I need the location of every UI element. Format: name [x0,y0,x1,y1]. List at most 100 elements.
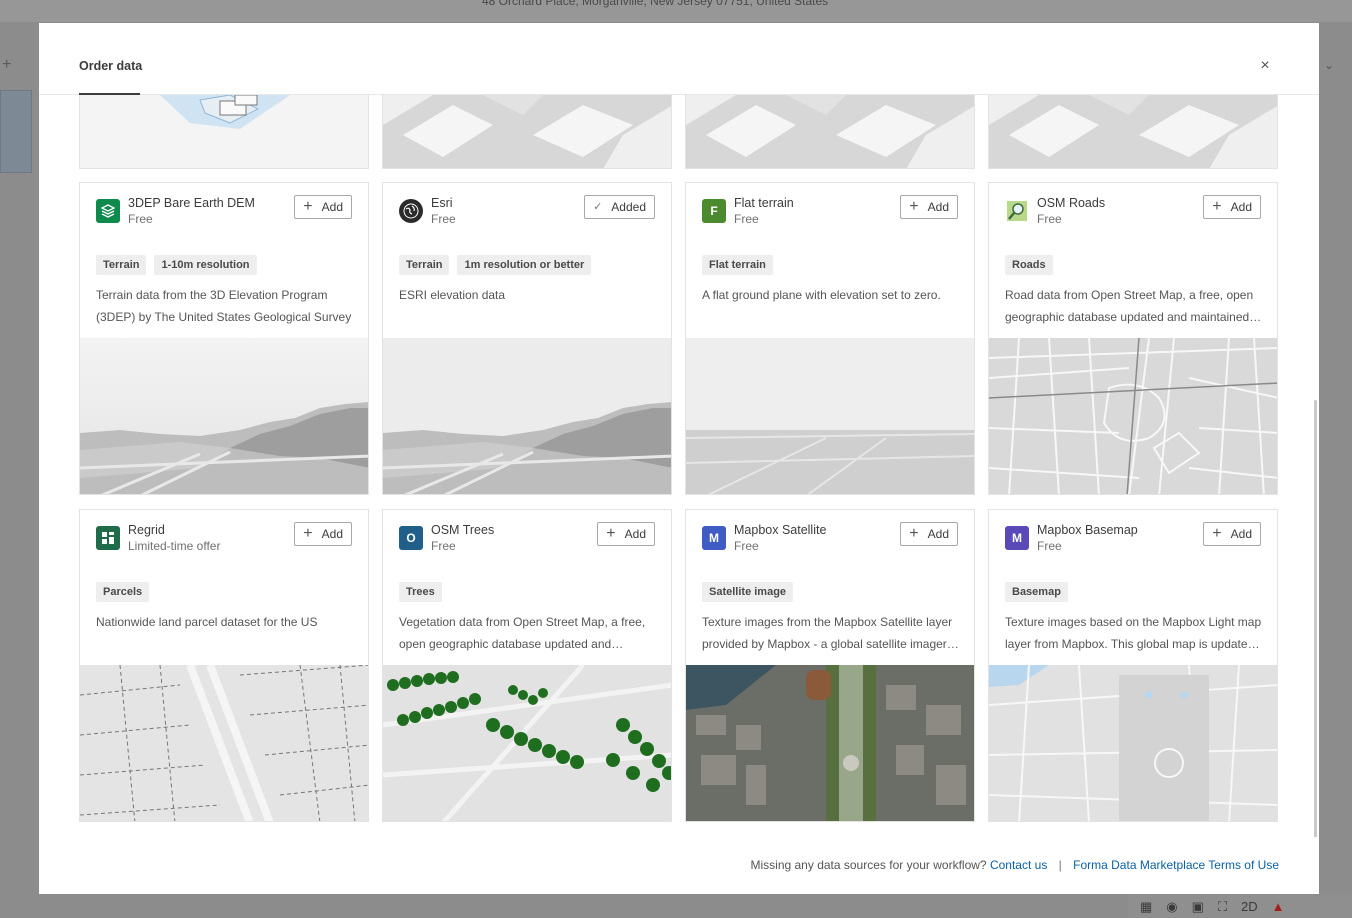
tag: Parcels [96,582,150,602]
card-price: Free [431,539,456,553]
left-panel-thumbnail [0,90,32,173]
card-price: Free [734,539,759,553]
button-label: Add [927,200,949,214]
project-address: 48 Orchard Place, Morganville, New Jerse… [482,0,829,8]
tag-list: Roads [1005,255,1053,275]
checkmark-icon: ✓ [593,200,603,213]
flat-terrain-preview-image [686,338,974,494]
card-price: Free [734,212,759,226]
add-button[interactable]: + Add [900,195,958,219]
add-button[interactable]: + Add [900,522,958,546]
tag: Trees [399,582,442,602]
footer-question: Missing any data sources for your workfl… [750,858,987,872]
card-description: Texture images based on the Mapbox Light… [1005,615,1262,651]
tag: 1-10m resolution [154,255,257,275]
card-title: Esri [431,196,453,210]
terrain-preview-image [383,338,671,494]
tag-list: Trees [399,582,442,602]
card-description: Nationwide land parcel dataset for the U… [96,615,318,629]
tag-list: Terrain 1-10m resolution [96,255,257,275]
app-header-background: 48 Orchard Place, Morganville, New Jerse… [0,0,1352,22]
card-price: Free [431,212,456,226]
card-title: Mapbox Basemap [1037,523,1138,537]
card-description: A flat ground plane with elevation set t… [702,288,941,302]
data-card-mapbox-satellite[interactable]: M Mapbox Satellite Free + Add Satellite i… [685,509,975,822]
terms-of-use-link[interactable]: Forma Data Marketplace Terms of Use [1073,858,1279,872]
button-label: Add [1230,527,1252,541]
tag: Satellite image [702,582,794,602]
data-card-mapbox-basemap[interactable]: M Mapbox Basemap Free + Add Basemap Textu… [988,509,1278,822]
plus-icon: + [2,56,12,73]
mapbox-satellite-logo-icon: M [702,526,726,550]
trees-preview-image [383,665,671,821]
parcel-icon [96,526,120,550]
catalog-scroll-area[interactable]: 3DEP Bare Earth DEM Free + Add Terrain 1-… [39,95,1319,837]
north-arrow-icon: ▲ [1271,899,1285,914]
plus-icon: + [606,525,616,542]
button-label: Add [321,527,343,541]
button-label: Add [927,527,949,541]
tag-list: Terrain 1m resolution or better [399,255,592,275]
card-price: Free [128,212,153,226]
order-data-dialog: Order data × 3DEP Bare Earth DEM Free + … [39,23,1319,894]
card-description: Terrain data from the 3D Elevation Progr… [96,288,352,324]
footer-separator: | [1058,858,1062,872]
card-title: Mapbox Satellite [734,523,827,537]
tag: 1m resolution or better [457,255,592,275]
card-title: OSM Trees [431,523,495,537]
tag: Basemap [1005,582,1068,602]
button-label: Add [321,200,343,214]
card-title: Regrid [128,523,165,537]
add-button[interactable]: + Add [294,522,352,546]
tag: Terrain [399,255,450,275]
tag-list: Parcels [96,582,150,602]
add-button[interactable]: + Add [1203,195,1261,219]
plus-icon: + [303,525,313,542]
mapbox-basemap-logo-icon: M [1005,526,1029,550]
card-description: Road data from Open Street Map, a free, … [1005,288,1254,324]
tag: Roads [1005,255,1053,275]
vertical-scrollbar[interactable] [1314,400,1317,837]
tag: Terrain [96,255,147,275]
data-card-flat-terrain[interactable]: F Flat terrain Free + Add Flat terrain A … [685,182,975,495]
satellite-preview-image [686,665,974,821]
dialog-footer: Missing any data sources for your workfl… [39,858,1280,872]
card-title: 3DEP Bare Earth DEM [128,196,255,210]
terrain-preview-image [80,338,368,494]
camera-icon: ▣ [1191,898,1204,914]
focus-icon: ⛶ [1217,898,1228,914]
card-preview-partial [685,95,975,169]
card-description: Texture images from the Mapbox Satellite… [702,615,953,651]
plus-icon: + [909,198,919,215]
card-price: Limited-time offer [128,539,221,553]
button-label: Added [611,200,646,214]
osm-trees-logo-icon: O [399,526,423,550]
data-card-esri[interactable]: Esri Free ✓ Added Terrain 1m resolution o… [382,182,672,495]
plus-icon: + [1212,198,1222,215]
card-price: Free [1037,212,1062,226]
data-card-osm-roads[interactable]: OSM Roads Free + Add Roads Road data from… [988,182,1278,495]
grid-icon [96,199,120,223]
add-button[interactable]: + Add [597,522,655,546]
card-preview-partial [382,95,672,169]
plus-icon: + [909,525,919,542]
add-button[interactable]: + Add [1203,522,1261,546]
dialog-header: Order data × [39,23,1319,95]
tag-list: Flat terrain [702,255,773,275]
dialog-title: Order data [79,59,143,73]
card-preview-partial [79,95,369,169]
close-button[interactable]: × [1255,56,1275,76]
plus-icon: + [1212,525,1222,542]
add-button[interactable]: + Add [294,195,352,219]
tag-list: Satellite image [702,582,794,602]
data-card-3dep[interactable]: 3DEP Bare Earth DEM Free + Add Terrain 1-… [79,182,369,495]
tag-list: Basemap [1005,582,1068,602]
button-label: Add [624,527,646,541]
eye-icon: ◉ [1166,898,1178,914]
card-description: Vegetation data from Open Street Map, a … [399,615,646,651]
added-button[interactable]: ✓ Added [584,195,655,219]
data-card-regrid[interactable]: Regrid Limited-time offer + Add Parcels N… [79,509,369,822]
data-card-osm-trees[interactable]: O OSM Trees Free + Add Trees Vegetation d… [382,509,672,822]
contact-us-link[interactable]: Contact us [990,858,1047,872]
card-title: Flat terrain [734,196,794,210]
